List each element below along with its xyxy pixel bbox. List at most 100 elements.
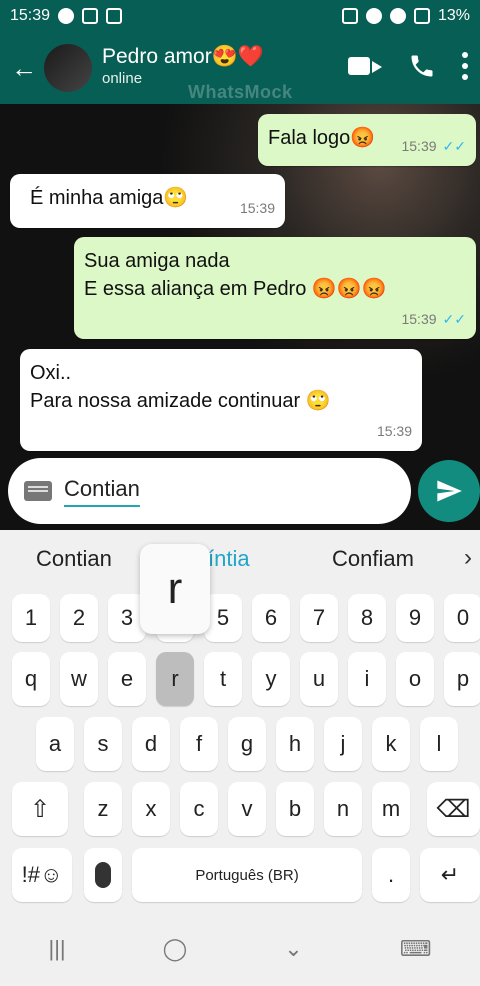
backspace-icon: ⌫ xyxy=(436,795,471,823)
watermark: WhatsMock xyxy=(188,82,293,102)
contact-info[interactable]: Pedro amor😍❤️ online xyxy=(102,44,264,87)
contact-avatar[interactable] xyxy=(44,44,92,92)
message-bubble[interactable]: Oxi.. Para nossa amizade continuar 🙄 15:… xyxy=(20,349,422,451)
message-meta: 15:39 xyxy=(377,417,412,445)
alarm-icon xyxy=(365,8,382,24)
send-icon xyxy=(437,480,462,502)
key-1[interactable]: 1 xyxy=(12,594,50,642)
space-key[interactable]: Português (BR) xyxy=(132,848,362,902)
key-y[interactable]: y xyxy=(252,652,290,706)
mic-key[interactable] xyxy=(84,848,122,902)
message-meta: 15:39 ✓✓ xyxy=(401,305,466,333)
navigation-bar: ||| ◯ ⌄ ⌨ xyxy=(0,912,480,986)
keyboard-icon[interactable] xyxy=(24,481,52,501)
enter-icon: ↵ xyxy=(440,862,460,887)
key-0[interactable]: 0 xyxy=(444,594,480,642)
suggestion[interactable]: Contian xyxy=(36,546,112,572)
status-left: 15:39 xyxy=(10,7,123,25)
wifi-icon xyxy=(389,8,406,24)
status-bar: 15:39 13% xyxy=(0,0,480,32)
key-d[interactable]: d xyxy=(132,717,170,771)
chevron-right-icon[interactable]: › xyxy=(464,544,472,572)
suggestion-bar: Contian íntia Confiam › xyxy=(0,530,480,590)
key-8[interactable]: 8 xyxy=(348,594,386,642)
period-key[interactable]: . xyxy=(372,848,410,902)
key-h[interactable]: h xyxy=(276,717,314,771)
message-line: Oxi.. xyxy=(30,362,72,384)
key-b[interactable]: b xyxy=(276,782,314,836)
key-u[interactable]: u xyxy=(300,652,338,706)
back-button[interactable]: ← xyxy=(8,52,40,84)
key-w[interactable]: w xyxy=(60,652,98,706)
send-button[interactable] xyxy=(418,460,480,522)
key-z[interactable]: z xyxy=(84,782,122,836)
key-6[interactable]: 6 xyxy=(252,594,290,642)
recent-apps-icon[interactable]: ||| xyxy=(49,936,66,962)
message-bubble[interactable]: É minha amiga🙄 15:39 xyxy=(10,174,285,228)
key-v[interactable]: v xyxy=(228,782,266,836)
message-time: 15:39 xyxy=(239,200,275,216)
airplane-mode-icon xyxy=(413,8,430,24)
message-time: 15:39 xyxy=(401,138,437,154)
key-m[interactable]: m xyxy=(372,782,410,836)
suggestion[interactable]: Confiam xyxy=(332,546,414,572)
key-g[interactable]: g xyxy=(228,717,266,771)
key-t[interactable]: t xyxy=(204,652,242,706)
shift-icon: ⇧ xyxy=(29,795,51,823)
message-input[interactable]: Contian xyxy=(64,476,140,507)
message-line: Para nossa amizade continuar 🙄 xyxy=(30,390,331,412)
chat-header: ← Pedro amor😍❤️ online WhatsMock xyxy=(0,32,480,104)
message-bubble[interactable]: Fala logo😡 15:39 ✓✓ xyxy=(258,114,476,166)
suggestion[interactable]: íntia xyxy=(208,546,250,572)
video-call-icon[interactable] xyxy=(348,54,382,78)
key-popup: r xyxy=(140,544,210,634)
symbols-key[interactable]: !#☺ xyxy=(12,848,72,902)
enter-key[interactable]: ↵ xyxy=(420,848,480,902)
key-p[interactable]: p xyxy=(444,652,480,706)
key-n[interactable]: n xyxy=(324,782,362,836)
key-s[interactable]: s xyxy=(84,717,122,771)
key-a[interactable]: a xyxy=(36,717,74,771)
message-line: Sua amiga nada xyxy=(84,250,230,272)
message-meta: 15:39 xyxy=(240,194,275,222)
key-f[interactable]: f xyxy=(180,717,218,771)
status-time: 15:39 xyxy=(10,7,51,24)
message-composer[interactable]: Contian xyxy=(8,458,411,524)
camera-icon xyxy=(82,8,99,24)
key-2[interactable]: 2 xyxy=(60,594,98,642)
message-meta: 15:39 ✓✓ xyxy=(401,132,466,160)
key-r[interactable]: r xyxy=(156,652,194,706)
key-k[interactable]: k xyxy=(372,717,410,771)
message-text: Fala logo😡 xyxy=(268,127,376,149)
message-bubble[interactable]: Sua amiga nada E essa aliança em Pedro 😡… xyxy=(74,237,476,339)
status-right: 13% xyxy=(341,7,470,25)
cast-icon xyxy=(341,8,358,24)
key-x[interactable]: x xyxy=(132,782,170,836)
message-text: É minha amiga🙄 xyxy=(30,187,189,209)
voice-call-icon[interactable] xyxy=(408,52,436,80)
backspace-key[interactable]: ⌫ xyxy=(427,782,480,836)
battery-percentage: 13% xyxy=(437,7,470,24)
symbols-label: !#☺ xyxy=(21,862,63,887)
key-j[interactable]: j xyxy=(324,717,362,771)
key-9[interactable]: 9 xyxy=(396,594,434,642)
keyboard-switch-icon[interactable]: ⌨ xyxy=(400,936,432,962)
key-7[interactable]: 7 xyxy=(300,594,338,642)
key-o[interactable]: o xyxy=(396,652,434,706)
hide-keyboard-icon[interactable]: ⌄ xyxy=(284,936,302,962)
header-actions xyxy=(348,52,470,80)
key-q[interactable]: q xyxy=(12,652,50,706)
home-icon[interactable]: ◯ xyxy=(163,936,188,962)
message-line: E essa aliança em Pedro 😡😡😡 xyxy=(84,278,387,300)
message-time: 15:39 xyxy=(401,311,437,327)
key-l[interactable]: l xyxy=(420,717,458,771)
key-e[interactable]: e xyxy=(108,652,146,706)
money-icon xyxy=(58,8,75,24)
period-label: . xyxy=(387,862,395,887)
read-receipt-icon: ✓✓ xyxy=(442,138,466,154)
shift-key[interactable]: ⇧ xyxy=(12,782,68,836)
key-c[interactable]: c xyxy=(180,782,218,836)
read-receipt-icon: ✓✓ xyxy=(442,311,466,327)
key-i[interactable]: i xyxy=(348,652,386,706)
more-options-icon[interactable] xyxy=(462,52,470,80)
